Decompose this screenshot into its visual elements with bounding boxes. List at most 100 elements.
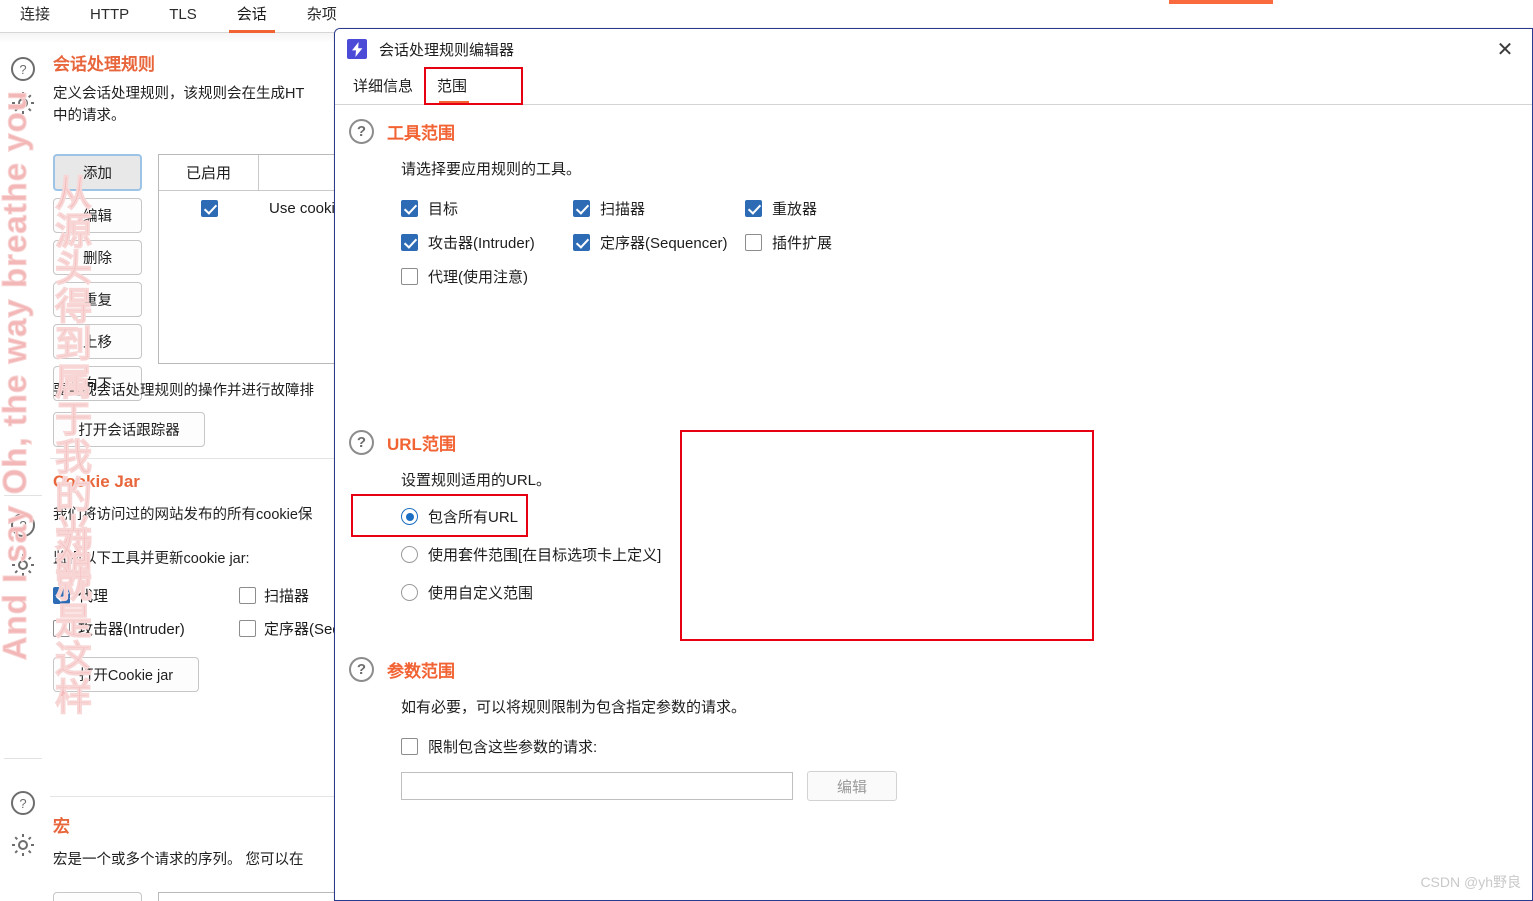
tab-connection[interactable]: 连接: [0, 0, 70, 33]
monitor-description: 要监视会话处理规则的操作并进行故障排: [53, 383, 314, 399]
label: 代理: [78, 587, 109, 605]
label: 攻击器(Intruder): [428, 235, 535, 252]
checkbox[interactable]: [401, 738, 418, 755]
session-rules-buttons: 添加 编辑 删除 重复 上移 向下: [53, 154, 142, 401]
checkbox[interactable]: [401, 234, 418, 251]
session-rules-desc-line1: 定义会话处理规则，该规则会在生成HT: [53, 86, 305, 102]
svg-text:?: ?: [19, 518, 26, 533]
add-rule-button[interactable]: 添加: [53, 154, 142, 191]
column-header-rule: [259, 155, 340, 190]
radio-use-custom-scope[interactable]: 使用自定义范围: [401, 582, 1095, 603]
help-icon[interactable]: ?: [8, 788, 38, 818]
restrict-params-checkbox-row[interactable]: 限制包含这些参数的请求:: [401, 736, 1235, 757]
tab-session[interactable]: 会话: [217, 0, 287, 33]
tool-checkbox-extender[interactable]: 插件扩展: [745, 232, 925, 253]
radio-button[interactable]: [401, 508, 418, 525]
param-edit-button[interactable]: 编辑: [807, 771, 897, 801]
row-enabled-cell[interactable]: [159, 199, 259, 217]
tool-checkbox-proxy[interactable]: 代理(使用注意): [401, 266, 573, 287]
label: 扫描器: [600, 201, 646, 218]
param-names-input[interactable]: [401, 772, 793, 800]
gear-icon[interactable]: [8, 550, 38, 580]
tool-scope-title: 工具范围: [387, 124, 455, 143]
radio-button[interactable]: [401, 584, 418, 601]
dialog-titlebar: 会话处理规则编辑器 ✕: [335, 29, 1532, 69]
open-session-tracer-button[interactable]: 打开会话跟踪器: [53, 412, 205, 447]
tab-label: 连接: [20, 6, 51, 23]
tab-details[interactable]: 详细信息: [347, 71, 431, 104]
tool-checkbox-scanner[interactable]: 扫描器: [573, 198, 745, 219]
checkbox[interactable]: [573, 200, 590, 217]
row-enabled-checkbox[interactable]: [200, 199, 218, 217]
label: 插件扩展: [772, 235, 833, 252]
table-header-row: 已启用: [159, 155, 340, 191]
help-icon[interactable]: ?: [349, 119, 374, 144]
checkbox[interactable]: [239, 619, 256, 637]
open-cookie-jar-button[interactable]: 打开Cookie jar: [53, 656, 199, 692]
help-icon[interactable]: ?: [349, 430, 374, 455]
tab-label: 范围: [437, 78, 468, 95]
tab-http[interactable]: HTTP: [70, 0, 149, 33]
macros-section: 宏 宏是一个或多个请求的序列。 您可以在: [53, 812, 304, 871]
param-scope-header: ? 参数范围: [349, 657, 1235, 682]
checkbox[interactable]: [745, 200, 762, 217]
tool-scope-subtitle: 请选择要应用规则的工具。: [401, 161, 582, 178]
help-icon[interactable]: ?: [8, 510, 38, 540]
lightning-bolt-icon: [347, 39, 367, 59]
table-row[interactable]: Use cookie: [159, 191, 340, 225]
radio-include-all-urls[interactable]: 包含所有URL: [401, 506, 1095, 527]
label: 使用套件范围[在目标选项卡上定义]: [428, 547, 662, 564]
checkbox[interactable]: [573, 234, 590, 251]
svg-text:?: ?: [19, 62, 26, 77]
gear-icon[interactable]: [8, 88, 38, 118]
help-icon[interactable]: ?: [8, 54, 38, 84]
row-rule-cell: Use cookie: [269, 199, 340, 217]
tab-tls[interactable]: TLS: [149, 0, 217, 33]
edit-rule-button[interactable]: 编辑: [53, 198, 142, 233]
checkbox[interactable]: [53, 586, 70, 604]
checkbox[interactable]: [53, 619, 70, 637]
tool-checkbox-repeater[interactable]: 重放器: [745, 198, 925, 219]
cookie-jar-tool-proxy[interactable]: 代理: [53, 585, 239, 606]
radio-use-suite-scope[interactable]: 使用套件范围[在目标选项卡上定义]: [401, 544, 1095, 565]
close-icon[interactable]: ✕: [1488, 34, 1522, 64]
radio-button[interactable]: [401, 546, 418, 563]
label: 限制包含这些参数的请求:: [428, 739, 598, 756]
checkbox[interactable]: [401, 200, 418, 217]
tab-scope[interactable]: 范围: [431, 71, 485, 104]
macros-area: 添加: [53, 892, 340, 901]
checkbox[interactable]: [745, 234, 762, 251]
session-handling-rule-editor-dialog: 会话处理规则编辑器 ✕ 详细信息 范围 ? 工具范围 请选择要应用规则的工具。 …: [334, 28, 1533, 901]
tool-checkbox-intruder[interactable]: 攻击器(Intruder): [401, 232, 573, 253]
gear-icon[interactable]: [8, 830, 38, 860]
cookie-jar-tool-sequencer[interactable]: 定序器(Seq: [239, 618, 340, 639]
rail-divider: [4, 758, 42, 759]
icon-rail: ? ? ?: [0, 40, 46, 901]
move-up-button[interactable]: 上移: [53, 324, 142, 359]
macro-buttons: 添加: [53, 892, 142, 901]
cookie-jar-title: Cookie Jar: [53, 472, 140, 491]
label: 使用自定义范围: [428, 585, 534, 602]
cookie-jar-section: Cookie Jar 我们将访问过的网站发布的所有cookie保 监视以下工具并…: [53, 472, 340, 692]
label: 包含所有URL: [428, 509, 519, 526]
session-rules-desc-line2: 中的请求。: [53, 108, 126, 125]
session-rules-area: 添加 编辑 删除 重复 上移 向下 已启用 Use cookie: [53, 154, 340, 401]
tool-checkbox-target[interactable]: 目标: [401, 198, 573, 219]
param-scope-subtitle: 如有必要，可以将规则限制为包含指定参数的请求。: [401, 699, 747, 716]
param-scope-section: ? 参数范围 如有必要，可以将规则限制为包含指定参数的请求。 限制包含这些参数的…: [335, 657, 1235, 801]
label: 定序器(Seq: [264, 620, 340, 638]
checkbox[interactable]: [239, 586, 256, 604]
tab-accent-indicator: [1169, 0, 1273, 4]
cookie-jar-tools: 代理 扫描器 攻击器(Intruder) 定序器(Seq: [53, 585, 340, 639]
delete-rule-button[interactable]: 删除: [53, 240, 142, 275]
duplicate-rule-button[interactable]: 重复: [53, 282, 142, 317]
tool-checkbox-sequencer[interactable]: 定序器(Sequencer): [573, 232, 745, 253]
cookie-jar-tool-intruder[interactable]: 攻击器(Intruder): [53, 618, 239, 639]
label: 重放器: [772, 201, 818, 218]
tab-label: 会话: [236, 6, 267, 23]
help-icon[interactable]: ?: [349, 657, 374, 682]
checkbox[interactable]: [401, 268, 418, 285]
cookie-jar-tool-scanner[interactable]: 扫描器: [239, 585, 340, 606]
add-macro-button[interactable]: 添加: [53, 892, 142, 901]
svg-text:?: ?: [19, 796, 26, 811]
